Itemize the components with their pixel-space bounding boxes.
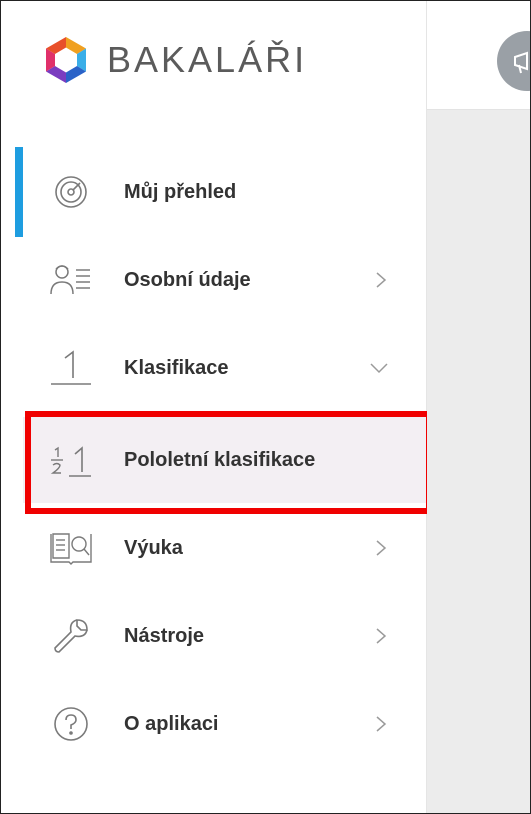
main-content (427, 1, 530, 813)
wrench-icon (47, 616, 95, 656)
sidebar-item-nastroje[interactable]: Nástroje (23, 593, 426, 679)
sidebar-item-klasifikace[interactable]: Klasifikace (23, 325, 426, 411)
sidebar: BAKALÁŘI Můj přehled Osobní údaje Klasif… (1, 1, 432, 813)
chevron-down-icon (370, 363, 388, 374)
sidebar-item-label: O aplikaci (124, 712, 219, 735)
book-search-icon (47, 528, 95, 568)
person-list-icon (47, 260, 95, 300)
sidebar-item-label: Můj přehled (124, 180, 237, 203)
sidebar-item-o-aplikaci[interactable]: O aplikaci (23, 681, 426, 767)
active-indicator (15, 147, 23, 237)
sidebar-item-label: Nástroje (124, 624, 205, 647)
sidebar-item-label: Klasifikace (124, 356, 229, 379)
notifications-button[interactable] (497, 31, 530, 91)
sidebar-item-vyuka[interactable]: Výuka (23, 505, 426, 591)
question-circle-icon (47, 704, 95, 744)
highlight-annotation-box (25, 411, 432, 514)
app-window: BAKALÁŘI Můj přehled Osobní údaje Klasif… (0, 0, 531, 814)
top-bar (427, 1, 530, 110)
dashboard-gauge-icon (47, 172, 95, 212)
bakalari-logo-icon (46, 37, 86, 83)
chevron-right-icon (376, 716, 387, 732)
chevron-right-icon (376, 540, 387, 556)
sidebar-item-label: Osobní údaje (124, 268, 251, 291)
chevron-right-icon (376, 272, 387, 288)
sidebar-item-label: Výuka (124, 536, 183, 559)
sidebar-item-osobni-udaje[interactable]: Osobní údaje (23, 237, 426, 323)
sidebar-item-muj-prehled[interactable]: Můj přehled (23, 149, 426, 235)
chevron-right-icon (376, 628, 387, 644)
brand-name: BAKALÁŘI (107, 39, 308, 80)
brand-logo[interactable]: BAKALÁŘI (41, 35, 307, 85)
megaphone-icon (514, 51, 528, 74)
grade-one-icon (47, 348, 95, 388)
